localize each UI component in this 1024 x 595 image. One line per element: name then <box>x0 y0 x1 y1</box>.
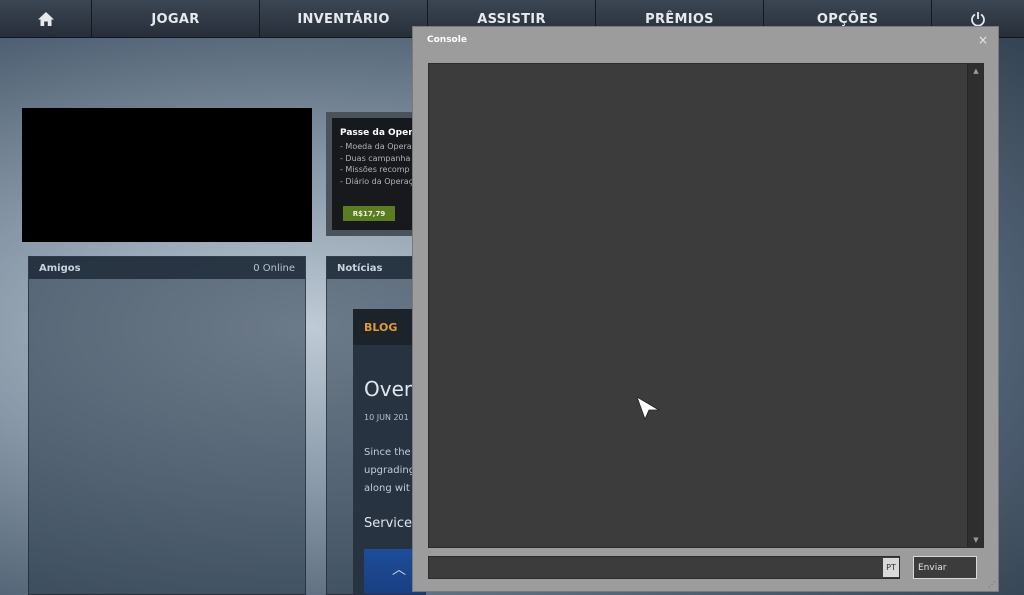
news-title: Notícias <box>337 262 383 274</box>
promo-line: - Duas campanha <box>340 153 411 163</box>
news-panel: Notícias BLOG Over 10 JUN 201 Since the … <box>326 256 426 595</box>
friends-header: Amigos 0 Online <box>29 257 305 279</box>
input-language-badge: PT <box>883 558 899 577</box>
price-button[interactable]: R$17,79 <box>343 206 395 221</box>
console-titlebar[interactable]: Console × <box>413 27 998 53</box>
operation-pass-card[interactable]: Passe da Operaç - Moeda da Opera - Duas … <box>326 112 426 236</box>
scroll-up-icon[interactable]: ▲ <box>968 64 984 78</box>
nav-tab-inventario[interactable]: INVENTÁRIO <box>260 0 428 38</box>
send-button[interactable]: Enviar <box>913 556 977 579</box>
nav-tab-jogar[interactable]: JOGAR <box>92 0 260 38</box>
promo-title: Passe da Operaç <box>340 128 420 138</box>
console-title: Console <box>427 35 467 45</box>
home-button[interactable] <box>0 0 92 38</box>
video-panel[interactable] <box>22 108 312 242</box>
console-window[interactable]: Console × ▲ ▼ PT Enviar ⋰ <box>412 26 999 592</box>
scroll-down-icon[interactable]: ▼ <box>968 533 984 547</box>
resize-grip-icon[interactable]: ⋰ <box>988 580 996 589</box>
friends-title: Amigos <box>39 262 81 274</box>
news-header: Notícias <box>327 257 425 279</box>
promo-line: - Missões recomp <box>340 165 410 174</box>
online-count: 0 Online <box>253 262 295 274</box>
power-icon <box>971 12 985 27</box>
promo-line: - Moeda da Opera <box>340 142 412 151</box>
close-icon[interactable]: × <box>978 33 988 47</box>
console-command-input[interactable] <box>428 556 900 579</box>
mouse-cursor-icon <box>637 397 661 421</box>
console-output[interactable]: ▲ ▼ <box>428 63 984 548</box>
chevron-up-icon: ︿ <box>392 562 406 578</box>
console-scrollbar[interactable]: ▲ ▼ <box>967 64 983 547</box>
friends-panel: Amigos 0 Online <box>28 256 306 595</box>
promo-line: - Diário da Operaç <box>340 176 414 186</box>
home-icon <box>37 12 54 26</box>
